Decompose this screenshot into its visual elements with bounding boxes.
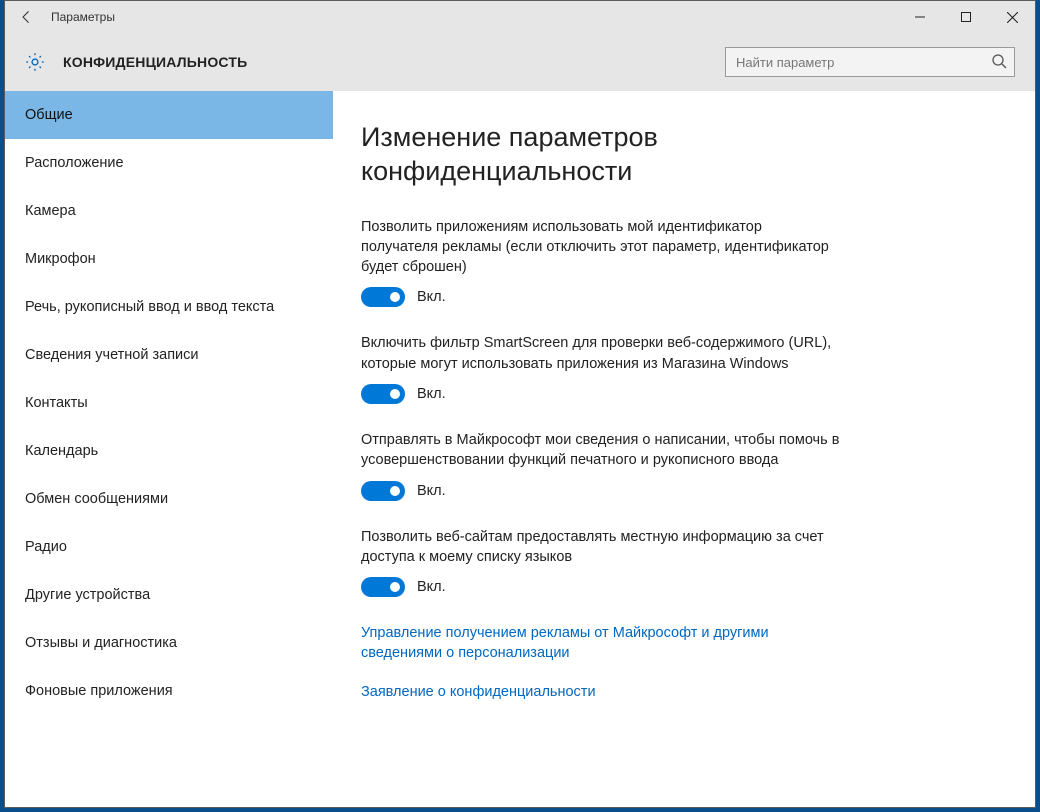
- sidebar-item-background-apps[interactable]: Фоновые приложения: [5, 667, 333, 715]
- sidebar-item-label: Контакты: [25, 395, 88, 411]
- link-ad-management[interactable]: Управление получением рекламы от Майкрос…: [361, 623, 841, 664]
- search-icon[interactable]: [991, 53, 1007, 69]
- search-input[interactable]: [725, 47, 1015, 77]
- sidebar-item-label: Отзывы и диагностика: [25, 635, 177, 651]
- setting-description: Отправлять в Майкрософт мои сведения о н…: [361, 430, 841, 471]
- setting-description: Включить фильтр SmartScreen для проверки…: [361, 333, 841, 374]
- window-title: Параметры: [49, 10, 115, 24]
- setting-language-list: Позволить веб-сайтам предоставлять местн…: [361, 527, 841, 598]
- sidebar: Общие Расположение Камера Микрофон Речь,…: [5, 91, 333, 807]
- sidebar-item-account-info[interactable]: Сведения учетной записи: [5, 331, 333, 379]
- sidebar-item-camera[interactable]: Камера: [5, 187, 333, 235]
- sidebar-item-location[interactable]: Расположение: [5, 139, 333, 187]
- toggle-language-list[interactable]: [361, 577, 405, 597]
- sidebar-item-feedback[interactable]: Отзывы и диагностика: [5, 619, 333, 667]
- sidebar-item-contacts[interactable]: Контакты: [5, 379, 333, 427]
- gear-icon: [5, 51, 53, 73]
- sidebar-item-label: Общие: [25, 107, 73, 123]
- content-heading: Изменение параметров конфиденциальности: [361, 121, 841, 189]
- sidebar-item-label: Радио: [25, 539, 67, 555]
- setting-description: Позволить приложениям использовать мой и…: [361, 217, 841, 278]
- setting-smartscreen: Включить фильтр SmartScreen для проверки…: [361, 333, 841, 404]
- sidebar-item-label: Календарь: [25, 443, 98, 459]
- header: КОНФИДЕНЦИАЛЬНОСТЬ: [5, 33, 1035, 91]
- sidebar-item-messaging[interactable]: Обмен сообщениями: [5, 475, 333, 523]
- toggle-state-label: Вкл.: [417, 483, 446, 499]
- link-privacy-statement[interactable]: Заявление о конфиденциальности: [361, 682, 841, 702]
- sidebar-item-microphone[interactable]: Микрофон: [5, 235, 333, 283]
- section-title: КОНФИДЕНЦИАЛЬНОСТЬ: [53, 54, 247, 70]
- settings-window: Параметры КОНФИДЕНЦИАЛЬНОСТЬ Общие Распо…: [4, 0, 1036, 808]
- toggle-state-label: Вкл.: [417, 289, 446, 305]
- back-button[interactable]: [5, 1, 49, 33]
- setting-advertising-id: Позволить приложениям использовать мой и…: [361, 217, 841, 308]
- titlebar: Параметры: [5, 1, 1035, 33]
- maximize-button[interactable]: [943, 1, 989, 33]
- search-box: [725, 47, 1015, 77]
- toggle-advertising-id[interactable]: [361, 287, 405, 307]
- sidebar-item-other-devices[interactable]: Другие устройства: [5, 571, 333, 619]
- sidebar-item-label: Микрофон: [25, 251, 96, 267]
- close-button[interactable]: [989, 1, 1035, 33]
- sidebar-item-speech[interactable]: Речь, рукописный ввод и ввод текста: [5, 283, 333, 331]
- toggle-typing-data[interactable]: [361, 481, 405, 501]
- setting-typing-data: Отправлять в Майкрософт мои сведения о н…: [361, 430, 841, 501]
- sidebar-item-general[interactable]: Общие: [5, 91, 333, 139]
- sidebar-item-label: Речь, рукописный ввод и ввод текста: [25, 299, 274, 315]
- sidebar-item-label: Сведения учетной записи: [25, 347, 199, 363]
- setting-description: Позволить веб-сайтам предоставлять местн…: [361, 527, 841, 568]
- sidebar-item-label: Расположение: [25, 155, 124, 171]
- toggle-state-label: Вкл.: [417, 579, 446, 595]
- sidebar-item-label: Другие устройства: [25, 587, 150, 603]
- sidebar-item-label: Обмен сообщениями: [25, 491, 168, 507]
- toggle-smartscreen[interactable]: [361, 384, 405, 404]
- minimize-button[interactable]: [897, 1, 943, 33]
- sidebar-item-radio[interactable]: Радио: [5, 523, 333, 571]
- sidebar-item-label: Камера: [25, 203, 76, 219]
- content-pane: Изменение параметров конфиденциальности …: [333, 91, 1035, 807]
- toggle-state-label: Вкл.: [417, 386, 446, 402]
- sidebar-item-calendar[interactable]: Календарь: [5, 427, 333, 475]
- sidebar-item-label: Фоновые приложения: [25, 683, 173, 699]
